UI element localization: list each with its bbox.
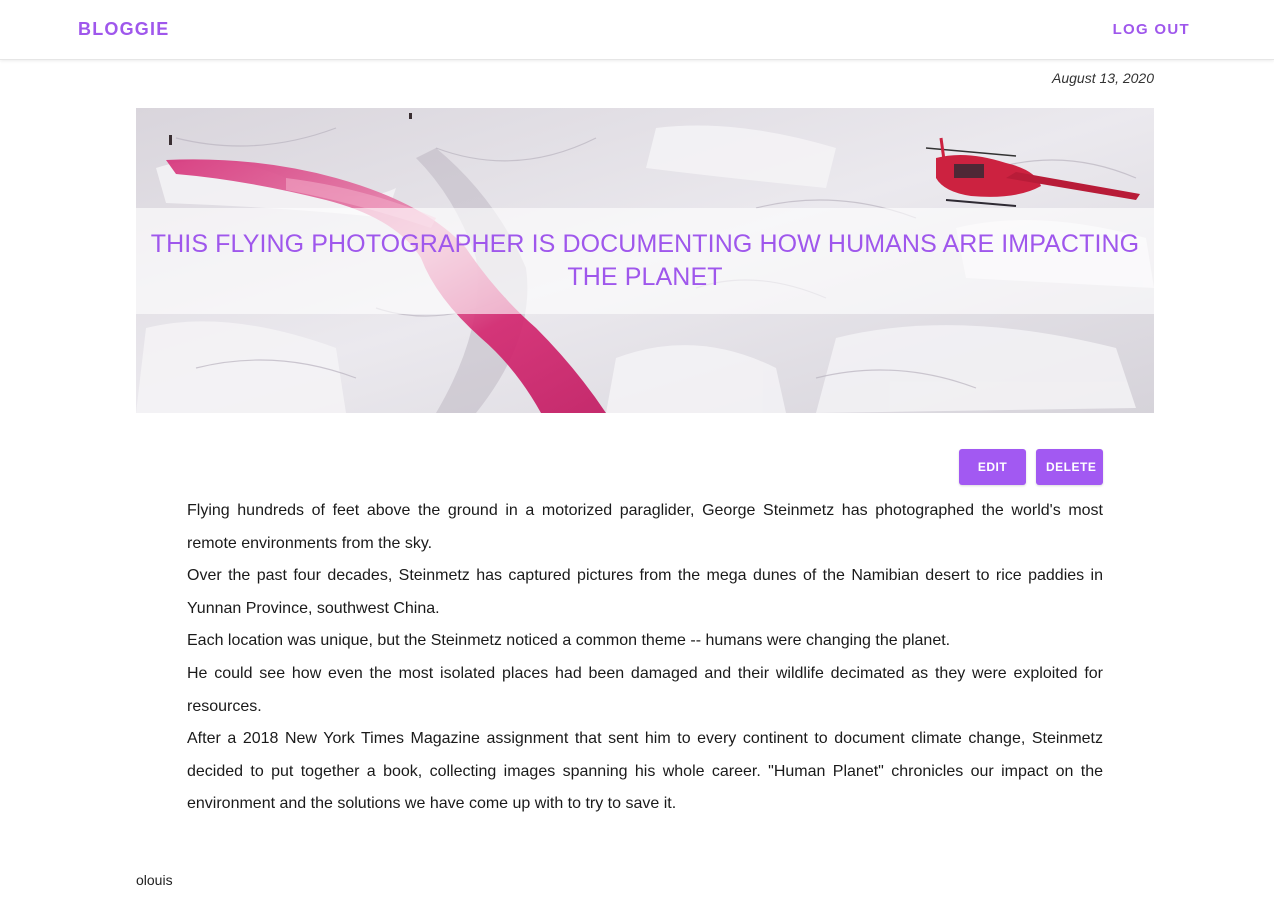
edit-button[interactable]: EDIT: [959, 449, 1026, 485]
post-actions: EDIT DELETE: [959, 449, 1103, 485]
post-date: August 13, 2020: [1052, 70, 1154, 86]
post-body: Flying hundreds of feet above the ground…: [187, 495, 1103, 821]
hero-image: THIS FLYING PHOTOGRAPHER IS DOCUMENTING …: [136, 108, 1154, 413]
post-author: olouis: [136, 872, 173, 888]
post-paragraph: Flying hundreds of feet above the ground…: [187, 502, 1103, 552]
top-navbar: BLOGGIE LOG OUT: [0, 0, 1274, 60]
hero-title-band: THIS FLYING PHOTOGRAPHER IS DOCUMENTING …: [136, 208, 1154, 314]
post-title: THIS FLYING PHOTOGRAPHER IS DOCUMENTING …: [150, 230, 1140, 291]
post-paragraph: Over the past four decades, Steinmetz ha…: [187, 567, 1103, 617]
post-paragraph: He could see how even the most isolated …: [187, 664, 1103, 715]
post-paragraph: Each location was unique, but the Steinm…: [187, 632, 951, 650]
delete-button[interactable]: DELETE: [1036, 449, 1103, 485]
post-paragraph: After a 2018 New York Times Magazine ass…: [187, 730, 1103, 813]
brand-logo-link[interactable]: BLOGGIE: [78, 19, 169, 40]
logout-button[interactable]: LOG OUT: [1113, 21, 1190, 38]
